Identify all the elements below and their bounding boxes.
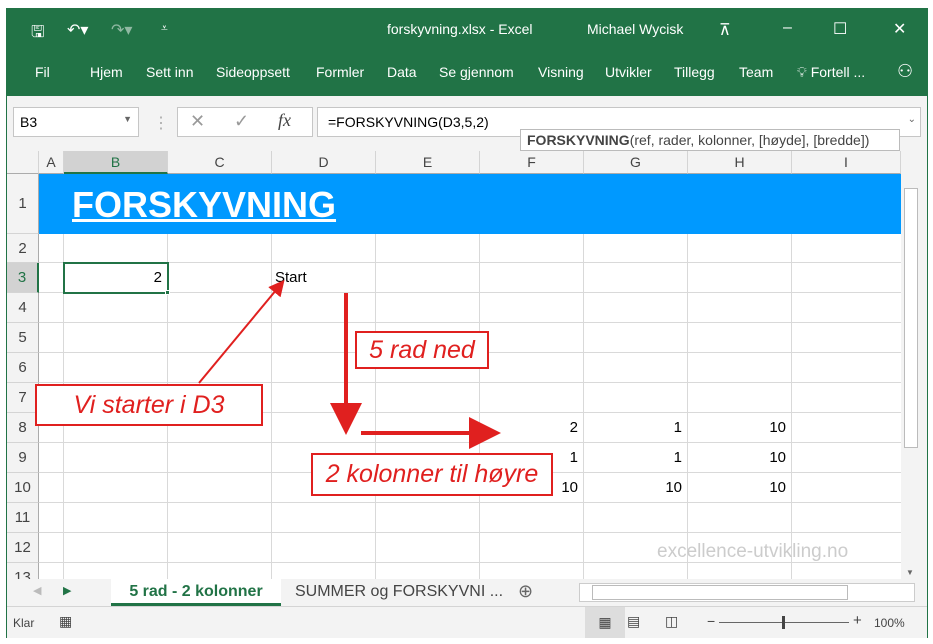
next-sheet-icon[interactable]: ▶	[63, 584, 71, 597]
sheet-tab-active[interactable]: 5 rad - 2 kolonner	[111, 579, 281, 606]
zoom-in-icon[interactable]: +	[853, 612, 862, 629]
scroll-thumb-h[interactable]	[592, 585, 848, 600]
normal-view-icon[interactable]: ▦	[585, 607, 625, 638]
sheet-tab[interactable]: SUMMER og FORSKYVNI ...	[295, 583, 503, 601]
note-start: Vi starter i D3	[35, 384, 263, 426]
zoom-slider[interactable]	[719, 616, 849, 629]
status-bar: Klar ▦ ▦ ▤ ◫ − + 100%	[7, 606, 927, 638]
watermark: excellence-utvikling.no	[657, 541, 849, 562]
arrow-to-d3	[198, 279, 285, 384]
note-right: 2 kolonner til høyre	[311, 453, 553, 496]
zoom-level[interactable]: 100%	[874, 616, 905, 630]
excel-window: 🖫 ↶▾ ↷▾ ⩡ forskyvning.xlsx - Excel Micha…	[6, 8, 928, 638]
note-down: 5 rad ned	[355, 331, 489, 369]
add-sheet-icon[interactable]: ⊕	[518, 581, 533, 602]
page-break-icon[interactable]: ◫	[665, 613, 678, 630]
prev-sheet-icon[interactable]: ◀	[33, 584, 41, 597]
zoom-out-icon[interactable]: −	[707, 613, 715, 629]
sheet-tab-bar: ◀ ▶ 5 rad - 2 kolonner SUMMER og FORSKYV…	[7, 579, 927, 606]
page-layout-icon[interactable]: ▤	[627, 613, 640, 630]
macro-record-icon[interactable]: ▦	[59, 613, 72, 630]
status-mode: Klar	[13, 616, 35, 630]
horizontal-scrollbar[interactable]	[579, 583, 915, 602]
zoom-slider-thumb[interactable]	[782, 616, 785, 629]
